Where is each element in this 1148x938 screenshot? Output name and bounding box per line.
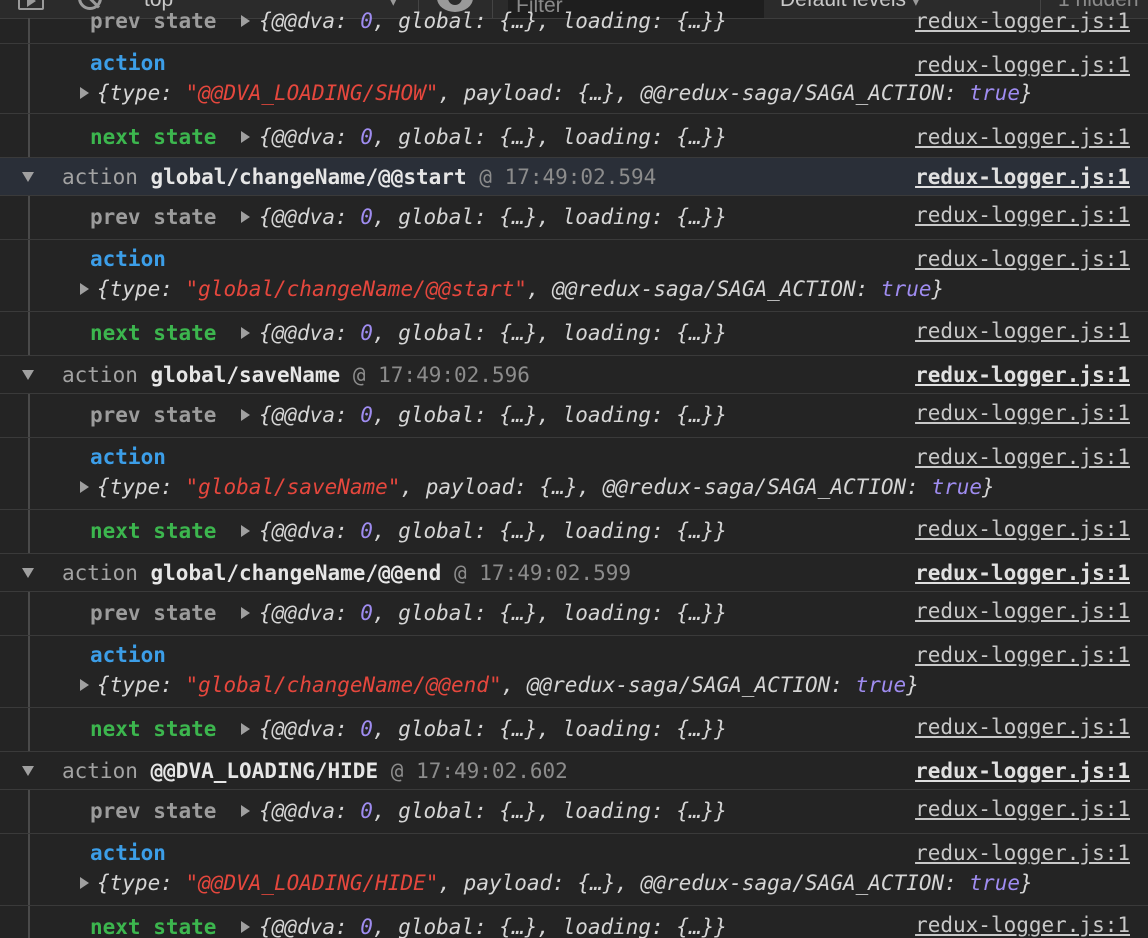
expand-triangle-icon[interactable] [80, 876, 89, 889]
next-state-row: next state {@@dva: 0, global: {…}, loadi… [0, 906, 1148, 938]
action-row: action redux-logger.js:1 {type: "@@DVA_L… [0, 834, 1148, 906]
prev-state-line[interactable]: prev state {@@dva: 0, global: {…}, loadi… [90, 798, 727, 824]
action-object[interactable]: {type: "global/changeName/@@end", @@redu… [80, 672, 919, 698]
next-state-line[interactable]: next state {@@dva: 0, global: {…}, loadi… [90, 518, 727, 544]
next-state-row: next state {@@dva: 0, global: {…}, loadi… [0, 312, 1148, 356]
group-title[interactable]: action global/changeName/@@start @ 17:49… [62, 164, 656, 190]
log-groups: action global/changeName/@@start @ 17:49… [0, 158, 1148, 938]
source-link[interactable]: redux-logger.js:1 [915, 246, 1130, 272]
log-levels-dropdown[interactable]: Default levels ▾ [780, 0, 920, 14]
action-type-name: global/changeName/@@start [150, 165, 467, 189]
source-link[interactable]: redux-logger.js:1 [915, 796, 1130, 822]
prev-state-row: prev state {@@dva: 0, global: {…}, loadi… [0, 790, 1148, 834]
next-state-row: next state {@@dva: 0, global: {…}, loadi… [0, 708, 1148, 752]
source-link[interactable]: redux-logger.js:1 [915, 318, 1130, 344]
show-sidebar-icon[interactable] [18, 0, 44, 10]
log-group-header[interactable]: action @@DVA_LOADING/HIDE @ 17:49:02.602… [0, 752, 1148, 790]
expand-triangle-icon[interactable] [80, 282, 89, 295]
action-type-name: @@DVA_LOADING/HIDE [150, 759, 379, 783]
action-label: action [90, 445, 166, 469]
expand-triangle-icon[interactable] [241, 326, 251, 339]
expand-triangle-icon[interactable] [80, 678, 89, 691]
expand-triangle-icon[interactable] [241, 408, 251, 421]
collapse-triangle-icon[interactable] [22, 172, 34, 182]
source-link[interactable]: redux-logger.js:1 [915, 52, 1130, 78]
action-row: action redux-logger.js:1 {type: "global/… [0, 636, 1148, 708]
group-title[interactable]: action @@DVA_LOADING/HIDE @ 17:49:02.602 [62, 758, 568, 784]
source-link[interactable]: redux-logger.js:1 [915, 642, 1130, 668]
action-timestamp: 17:49:02.602 [416, 759, 568, 783]
next-state-line[interactable]: next state {@@dva: 0, global: {…}, loadi… [90, 914, 727, 938]
source-link[interactable]: redux-logger.js:1 [915, 202, 1130, 228]
source-link[interactable]: redux-logger.js:1 [915, 8, 1130, 34]
next-state-row: next state {@@dva: 0, global: {…}, loadi… [0, 510, 1148, 554]
log-group-header[interactable]: action global/changeName/@@end @ 17:49:0… [0, 554, 1148, 592]
prev-state-line[interactable]: prev state {@@dva: 0, global: {…}, loadi… [90, 600, 727, 626]
source-link[interactable]: redux-logger.js:1 [915, 400, 1130, 426]
action-label: action [90, 841, 166, 865]
action-label: action [90, 643, 166, 667]
action-timestamp: 17:49:02.599 [479, 561, 631, 585]
source-link[interactable]: redux-logger.js:1 [915, 598, 1130, 624]
action-type-name: global/saveName [150, 363, 341, 387]
console-messages: prev state {@@dva: 0, global: {…}, loadi… [0, 9, 1148, 938]
expand-triangle-icon[interactable] [80, 86, 89, 99]
prev-state-line[interactable]: prev state {@@dva: 0, global: {…}, loadi… [90, 402, 727, 428]
action-object[interactable]: {type: "@@DVA_LOADING/HIDE", payload: {…… [80, 870, 1033, 896]
action-timestamp: 17:49:02.596 [378, 363, 530, 387]
action-object[interactable]: {type: "global/changeName/@@start", @@re… [80, 276, 944, 302]
source-link[interactable]: redux-logger.js:1 [915, 560, 1130, 586]
prev-state-row: prev state {@@dva: 0, global: {…}, loadi… [0, 592, 1148, 636]
group-title[interactable]: action global/saveName @ 17:49:02.596 [62, 362, 530, 388]
action-type-name: global/changeName/@@end [150, 561, 442, 585]
prev-state-row: prev state {@@dva: 0, global: {…}, loadi… [0, 9, 1148, 44]
action-row: action redux-logger.js:1 {type: "global/… [0, 240, 1148, 312]
source-link[interactable]: redux-logger.js:1 [915, 840, 1130, 866]
source-link[interactable]: redux-logger.js:1 [915, 714, 1130, 740]
action-row: action redux-logger.js:1 {type: "@@DVA_L… [0, 44, 1148, 114]
collapse-triangle-icon[interactable] [22, 766, 34, 776]
action-label: action [90, 51, 166, 75]
expand-triangle-icon[interactable] [241, 804, 251, 817]
source-link[interactable]: redux-logger.js:1 [915, 912, 1130, 938]
next-state-line[interactable]: next state {@@dva: 0, global: {…}, loadi… [90, 124, 727, 150]
group-title[interactable]: action global/changeName/@@end @ 17:49:0… [62, 560, 631, 586]
source-link[interactable]: redux-logger.js:1 [915, 164, 1130, 190]
source-link[interactable]: redux-logger.js:1 [915, 124, 1130, 150]
collapse-triangle-icon[interactable] [22, 568, 34, 578]
expand-triangle-icon[interactable] [241, 14, 251, 27]
source-link[interactable]: redux-logger.js:1 [915, 758, 1130, 784]
expand-triangle-icon[interactable] [241, 606, 251, 619]
action-label: action [90, 247, 166, 271]
expand-triangle-icon[interactable] [241, 524, 251, 537]
expand-triangle-icon[interactable] [241, 722, 251, 735]
action-timestamp: 17:49:02.594 [504, 165, 657, 189]
prev-state-row: prev state {@@dva: 0, global: {…}, loadi… [0, 394, 1148, 438]
action-row: action redux-logger.js:1 {type: "global/… [0, 438, 1148, 510]
expand-triangle-icon[interactable] [241, 920, 251, 933]
prev-state-line[interactable]: prev state {@@dva: 0, global: {…}, loadi… [90, 8, 727, 34]
log-group-header[interactable]: action global/changeName/@@start @ 17:49… [0, 158, 1148, 196]
source-link[interactable]: redux-logger.js:1 [915, 362, 1130, 388]
log-group-header[interactable]: action global/saveName @ 17:49:02.596 re… [0, 356, 1148, 394]
action-object[interactable]: {type: "@@DVA_LOADING/SHOW", payload: {…… [80, 80, 1033, 106]
next-state-line[interactable]: next state {@@dva: 0, global: {…}, loadi… [90, 320, 727, 346]
prev-state-row: prev state {@@dva: 0, global: {…}, loadi… [0, 196, 1148, 240]
next-state-line[interactable]: next state {@@dva: 0, global: {…}, loadi… [90, 716, 727, 742]
next-state-row: next state {@@dva: 0, global: {…}, loadi… [0, 114, 1148, 158]
source-link[interactable]: redux-logger.js:1 [915, 444, 1130, 470]
action-object[interactable]: {type: "global/saveName", payload: {…}, … [80, 474, 995, 500]
devtools-console: top ▾ Default levels ▾ 1 hidden prev sta… [0, 0, 1148, 938]
collapse-triangle-icon[interactable] [22, 370, 34, 380]
expand-triangle-icon[interactable] [241, 210, 251, 223]
expand-triangle-icon[interactable] [80, 480, 89, 493]
source-link[interactable]: redux-logger.js:1 [915, 516, 1130, 542]
prev-state-line[interactable]: prev state {@@dva: 0, global: {…}, loadi… [90, 204, 727, 230]
expand-triangle-icon[interactable] [241, 130, 251, 143]
